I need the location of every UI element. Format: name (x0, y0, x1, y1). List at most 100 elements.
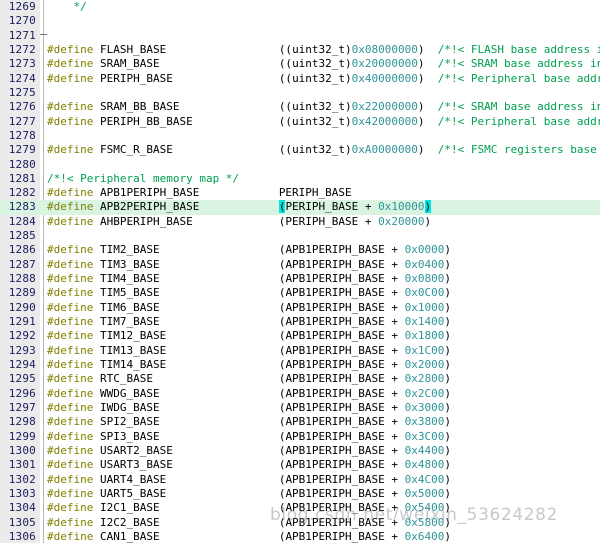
line-number: 1298 (8, 415, 36, 429)
code-keyword: #define (47, 143, 100, 157)
code-identifier: ) (444, 315, 452, 329)
code-line[interactable]: 1272 #define FLASH_BASE ((uint32_t)0x0800… (0, 43, 600, 57)
code-text: */ (47, 0, 87, 14)
code-line[interactable]: 1271 (0, 29, 600, 43)
code-line[interactable]: 1297 #define IWDG_BASE (APB1PERIPH_BASE +… (0, 401, 600, 415)
code-text: #define UART4_BASE (APB1PERIPH_BASE + 0x… (47, 473, 451, 487)
code-line[interactable]: 1302 #define UART4_BASE (APB1PERIPH_BASE … (0, 473, 600, 487)
code-line[interactable]: 1304 #define I2C1_BASE (APB1PERIPH_BASE +… (0, 501, 600, 515)
code-line[interactable]: 1288 #define TIM4_BASE (APB1PERIPH_BASE +… (0, 272, 600, 286)
code-comment: /*!< Peripheral memory map */ (47, 171, 240, 185)
code-comment: /*!< SRAM base address in (437, 100, 600, 114)
code-identifier: APB1PERIPH_BASE + (285, 472, 405, 486)
line-number: 1297 (8, 400, 36, 414)
code-line[interactable]: 1303 #define UART5_BASE (APB1PERIPH_BASE … (0, 487, 600, 501)
code-text: #define TIM4_BASE (APB1PERIPH_BASE + 0x0… (47, 272, 451, 286)
code-text: #define SRAM_BASE ((uint32_t)0x20000000)… (47, 57, 600, 71)
code-line[interactable]: 1281 /*!< Peripheral memory map */ (0, 172, 600, 186)
code-line[interactable]: 1270 (0, 14, 600, 28)
code-line[interactable]: 1278 (0, 129, 600, 143)
code-line[interactable]: 1277 #define PERIPH_BB_BASE ((uint32_t)0x… (0, 115, 600, 129)
line-number: 1273 (8, 57, 36, 71)
code-identifier (160, 415, 279, 428)
code-line[interactable]: 1299 #define SPI3_BASE (APB1PERIPH_BASE +… (0, 430, 600, 444)
code-keyword: #define (47, 458, 100, 472)
code-line[interactable]: 1285 (0, 229, 600, 243)
code-number: 0x22000000 (351, 100, 418, 114)
code-number: 0x40000000 (351, 71, 418, 85)
code-identifier (166, 329, 279, 342)
code-editor[interactable]: 1269 */1270 1271 1272 #define FLASH_BASE ((… (0, 0, 600, 543)
code-identifier (193, 215, 279, 228)
code-number: 0x5800 (404, 515, 445, 529)
code-keyword: #define (47, 486, 100, 500)
code-line[interactable]: 1276 #define SRAM_BB_BASE ((uint32_t)0x22… (0, 100, 600, 114)
code-identifier: APB1PERIPH_BASE + (285, 358, 405, 371)
code-number: 0x3800 (404, 415, 445, 429)
code-line[interactable]: 1274 #define PERIPH_BASE ((uint32_t)0x400… (0, 72, 600, 86)
code-identifier: TIM5_BASE (99, 286, 160, 300)
code-line[interactable]: 1300 #define USART2_BASE (APB1PERIPH_BASE… (0, 444, 600, 458)
code-identifier (160, 57, 279, 70)
code-identifier: APB1PERIPH_BASE + (285, 529, 405, 543)
code-line[interactable]: 1295 #define RTC_BASE (APB1PERIPH_BASE + … (0, 372, 600, 386)
code-line[interactable]: 1289 #define TIM5_BASE (APB1PERIPH_BASE +… (0, 286, 600, 300)
code-line[interactable]: 1296 #define WWDG_BASE (APB1PERIPH_BASE +… (0, 387, 600, 401)
code-text: #define I2C2_BASE (APB1PERIPH_BASE + 0x5… (47, 516, 451, 530)
code-keyword: #define (47, 272, 100, 286)
code-line[interactable]: 1280 (0, 158, 600, 172)
code-line[interactable]: 1298 #define SPI2_BASE (APB1PERIPH_BASE +… (0, 415, 600, 429)
line-number: 1280 (8, 157, 36, 171)
code-line[interactable]: 1290 #define TIM6_BASE (APB1PERIPH_BASE +… (0, 301, 600, 315)
line-number: 1277 (8, 114, 36, 128)
line-number: 1285 (8, 229, 36, 243)
code-line[interactable]: 1284 #define AHBPERIPH_BASE (PERIPH_BASE … (0, 215, 600, 229)
code-text: #define TIM5_BASE (APB1PERIPH_BASE + 0x0… (47, 286, 451, 300)
line-number: 1275 (8, 85, 36, 99)
code-identifier: TIM4_BASE (99, 272, 160, 286)
code-line[interactable]: 1292 #define TIM12_BASE (APB1PERIPH_BASE … (0, 329, 600, 343)
code-identifier: ) (444, 343, 452, 357)
code-line[interactable]: 1275 (0, 86, 600, 100)
line-number: 1296 (8, 386, 36, 400)
code-identifier: UART4_BASE (99, 472, 167, 486)
code-line[interactable]: 1279 #define FSMC_R_BASE ((uint32_t)0xA00… (0, 143, 600, 157)
code-keyword: #define (47, 472, 100, 486)
code-identifier (153, 372, 279, 385)
code-identifier: I2C1_BASE (99, 501, 160, 515)
code-identifier: APB1PERIPH_BASE + (285, 386, 405, 400)
code-line[interactable]: 1301 #define USART3_BASE (APB1PERIPH_BASE… (0, 458, 600, 472)
code-line[interactable]: 1287 #define TIM3_BASE (APB1PERIPH_BASE +… (0, 258, 600, 272)
code-line[interactable]: 1293 #define TIM13_BASE (APB1PERIPH_BASE … (0, 344, 600, 358)
code-line[interactable]: 1306 #define CAN1_BASE (APB1PERIPH_BASE +… (0, 530, 600, 543)
code-identifier: APB1PERIPH_BASE + (285, 315, 405, 329)
code-identifier (47, 0, 74, 13)
code-identifier (160, 501, 279, 514)
code-number: 0x1C00 (404, 343, 445, 357)
code-line[interactable]: 1286 #define TIM2_BASE (APB1PERIPH_BASE +… (0, 243, 600, 257)
code-identifier: ) (444, 329, 452, 343)
code-keyword: #define (47, 329, 100, 343)
line-number: 1305 (8, 515, 36, 529)
code-identifier: (( (278, 114, 293, 128)
line-number: 1271 (8, 28, 36, 42)
code-number: 0x4400 (404, 443, 445, 457)
code-keyword: #define (47, 286, 100, 300)
code-identifier: IWDG_BASE (99, 400, 160, 414)
code-keyword: #define (47, 186, 100, 200)
code-keyword: #define (47, 200, 100, 214)
code-identifier: APB1PERIPH_BASE + (285, 515, 405, 529)
code-line[interactable]: 1291 #define TIM7_BASE (APB1PERIPH_BASE +… (0, 315, 600, 329)
code-number: 0x2C00 (404, 386, 445, 400)
code-line[interactable]: 1294 #define TIM14_BASE (APB1PERIPH_BASE … (0, 358, 600, 372)
code-line-highlighted[interactable]: 1283 #define APB2PERIPH_BASE (PERIPH_BASE… (0, 200, 600, 215)
code-line[interactable]: 1273 #define SRAM_BASE ((uint32_t)0x20000… (0, 57, 600, 71)
code-identifier (160, 516, 279, 529)
code-line[interactable]: 1269 */ (0, 0, 600, 14)
code-line[interactable]: 1282 #define APB1PERIPH_BASE PERIPH_BASE (0, 186, 600, 200)
code-identifier: PERIPH_BASE (99, 71, 173, 85)
code-text: #define TIM14_BASE (APB1PERIPH_BASE + 0x… (47, 358, 451, 372)
code-fold-marker-icon[interactable] (40, 33, 47, 35)
code-identifier: APB1PERIPH_BASE + (285, 257, 405, 271)
code-line[interactable]: 1305 #define I2C2_BASE (APB1PERIPH_BASE +… (0, 516, 600, 530)
